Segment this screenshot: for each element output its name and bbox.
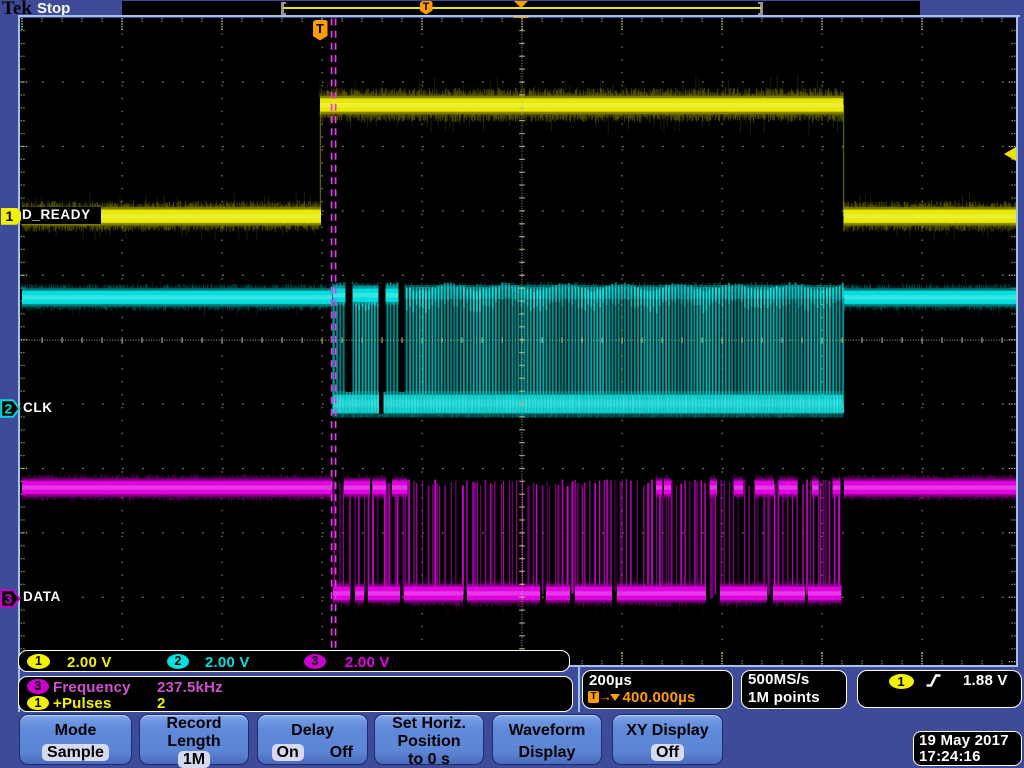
svg-text:2: 2: [5, 400, 13, 416]
svg-text:3: 3: [5, 590, 13, 606]
